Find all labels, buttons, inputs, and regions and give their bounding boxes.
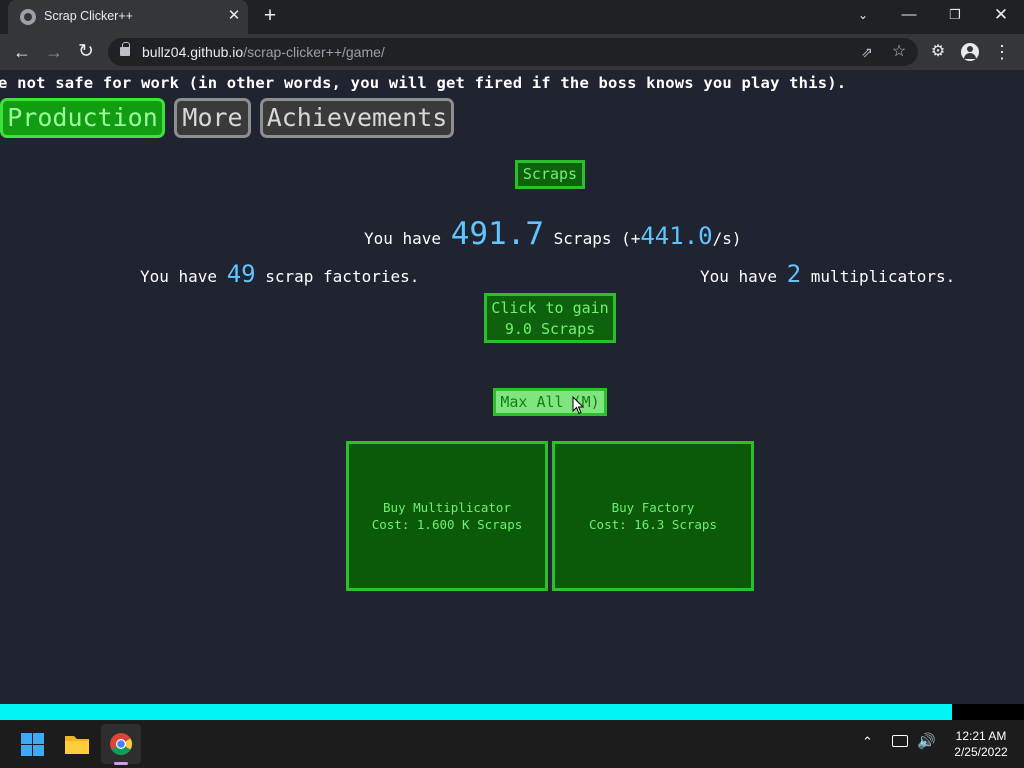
favicon-globe-icon xyxy=(20,9,36,25)
buy-multiplicator-button[interactable]: Buy Multiplicator Cost: 1.600 K Scraps xyxy=(346,441,548,591)
window-close-icon[interactable]: ✕ xyxy=(978,0,1024,34)
windows-start-icon[interactable] xyxy=(12,724,52,764)
scraps-prefix: You have xyxy=(364,229,451,248)
folder-icon xyxy=(65,736,89,754)
url-text[interactable]: bullz04.github.io/scrap-clicker++/game/ xyxy=(142,44,385,60)
gain-line-1: Click to gain xyxy=(491,299,609,317)
browser-toolbar: ← → ↻ bullz04.github.io/scrap-clicker++/… xyxy=(0,34,1024,70)
network-icon[interactable] xyxy=(892,735,908,747)
progress-bar-fill xyxy=(0,704,953,720)
extensions-puzzle-icon[interactable]: ⚙ xyxy=(924,38,952,66)
forward-arrow-icon[interactable]: → xyxy=(40,38,68,66)
warning-text: e not safe for work (in other words, you… xyxy=(0,74,847,92)
url-path: /scrap-clicker++/game/ xyxy=(243,44,385,60)
factories-value: 49 xyxy=(226,260,256,288)
multi-prefix: You have xyxy=(700,267,787,286)
tab-title: Scrap Clicker++ xyxy=(44,9,133,23)
multi-suffix: multiplicators. xyxy=(801,267,956,286)
max-all-button[interactable]: Max All (M) xyxy=(493,388,607,416)
factories-counter: You have 49 scrap factories. xyxy=(140,260,419,288)
back-arrow-icon[interactable]: ← xyxy=(8,38,36,66)
volume-icon[interactable]: 🔊 xyxy=(917,732,936,750)
tray-chevron-up-icon[interactable]: ⌃ xyxy=(862,734,873,750)
game-page: e not safe for work (in other words, you… xyxy=(0,70,1024,704)
chrome-logo-icon xyxy=(110,733,132,755)
browser-tab[interactable]: Scrap Clicker++ ✕ xyxy=(8,0,248,34)
multi-value: 2 xyxy=(786,260,802,288)
factories-prefix: You have xyxy=(140,267,227,286)
buy-multi-title: Buy Multiplicator xyxy=(383,500,511,515)
tab-close-icon[interactable]: ✕ xyxy=(224,6,244,26)
active-app-indicator xyxy=(114,762,128,765)
buy-factory-title: Buy Factory xyxy=(611,500,695,515)
browser-titlebar: Scrap Clicker++ ✕ + ⌄ — ❐ ✕ xyxy=(0,0,1024,34)
new-tab-button[interactable]: + xyxy=(258,5,282,29)
factories-suffix: scrap factories. xyxy=(255,267,420,286)
scraps-suffix-b: /s) xyxy=(712,229,742,248)
kebab-menu-icon[interactable]: ⋮ xyxy=(988,38,1016,66)
tab-more[interactable]: More xyxy=(174,98,251,138)
buy-factory-cost: Cost: 16.3 Scraps xyxy=(589,517,717,532)
scraps-counter: You have 491.7 Scraps (+441.0/s) xyxy=(364,216,742,252)
url-host: bullz04.github.io xyxy=(142,44,244,60)
restore-icon[interactable]: ❐ xyxy=(932,0,978,34)
reload-icon[interactable]: ↻ xyxy=(72,38,100,66)
minimize-icon[interactable]: — xyxy=(886,0,932,34)
scraps-suffix-a: Scraps (+ xyxy=(544,229,641,248)
star-icon[interactable]: ☆ xyxy=(888,41,910,63)
buy-multi-cost: Cost: 1.600 K Scraps xyxy=(371,517,523,532)
lock-icon[interactable] xyxy=(120,42,130,56)
chrome-icon[interactable] xyxy=(101,724,141,764)
progress-bar xyxy=(0,704,1024,720)
tab-achievements[interactable]: Achievements xyxy=(260,98,454,138)
windows-taskbar: ⌃ 🔊 12:21 AM 2/25/2022 xyxy=(0,720,1024,768)
buy-factory-button[interactable]: Buy Factory Cost: 16.3 Scraps xyxy=(552,441,754,591)
scraps-rate: 441.0 xyxy=(640,222,713,250)
share-icon[interactable]: ⇗ xyxy=(856,41,878,63)
clock-time: 12:21 AM xyxy=(955,729,1007,743)
click-to-gain-button[interactable]: Click to gain 9.0 Scraps xyxy=(484,293,616,343)
address-bar[interactable]: bullz04.github.io/scrap-clicker++/game/ … xyxy=(108,38,918,66)
tab-search-chevron-icon[interactable]: ⌄ xyxy=(840,0,886,34)
gain-line-2: 9.0 Scraps xyxy=(504,320,596,338)
multiplicators-counter: You have 2 multiplicators. xyxy=(700,260,955,288)
profile-icon[interactable] xyxy=(956,38,984,66)
scraps-value: 491.7 xyxy=(450,216,545,252)
file-explorer-icon[interactable] xyxy=(57,724,97,764)
clock-date: 2/25/2022 xyxy=(954,745,1008,759)
clock[interactable]: 12:21 AM 2/25/2022 xyxy=(946,728,1016,760)
mouse-cursor-icon xyxy=(572,396,585,415)
scraps-button[interactable]: Scraps xyxy=(515,160,585,189)
tab-production[interactable]: Production xyxy=(0,98,165,138)
